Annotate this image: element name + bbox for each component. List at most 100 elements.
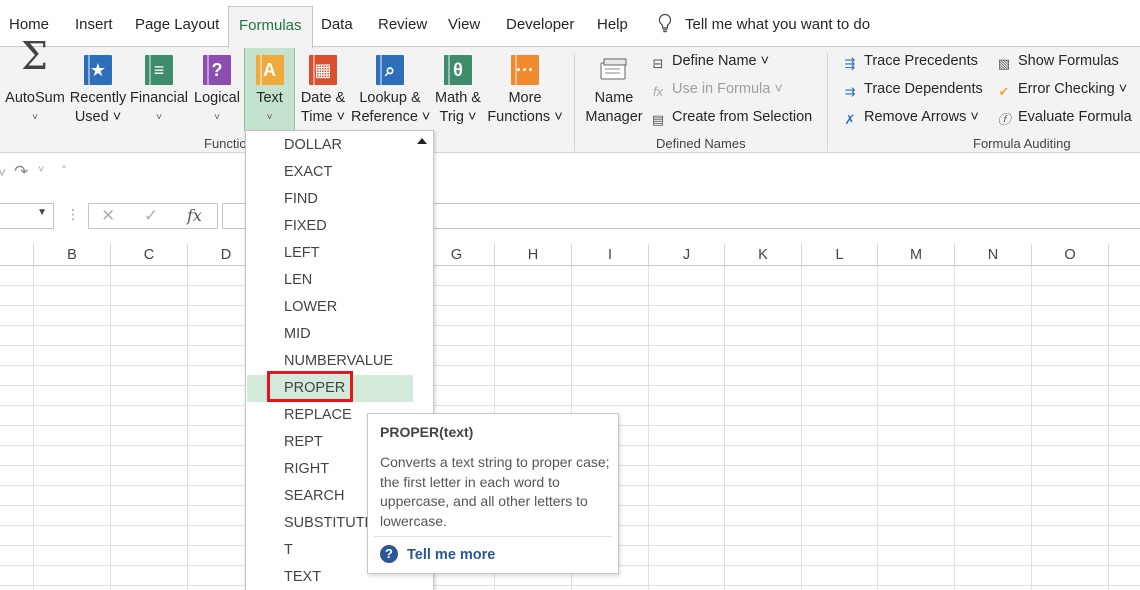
coins-book-icon: ≡ <box>143 53 175 87</box>
tell-me-more-link[interactable]: Tell me more <box>407 547 495 563</box>
tab-data[interactable]: Data <box>321 6 353 43</box>
define-name-button[interactable]: ⊟ Define Name ˅ <box>649 50 770 72</box>
tab-formulas[interactable]: Formulas <box>228 6 313 48</box>
autosum-label: AutoSum <box>5 90 65 106</box>
formula-bar: ▼ ⋮ ✕ ✓ fx <box>0 196 1140 236</box>
function-item-find[interactable]: FIND <box>247 186 413 213</box>
math-trig-button[interactable]: θ Math & Trig ˅ <box>432 53 484 127</box>
lookup-reference-button[interactable]: ⌕ Lookup & Reference ˅ <box>351 53 431 127</box>
function-tooltip: PROPER(text) Converts a text string to p… <box>367 413 619 574</box>
function-library-group-label: Functio <box>204 136 247 151</box>
column-header[interactable]: C <box>111 244 188 266</box>
lookup-label-2: Reference ˅ <box>351 109 431 125</box>
trace-precedents-button[interactable]: ⇶ Trace Precedents <box>841 50 978 72</box>
ribbon-tab-bar: Home Insert Page Layout Formulas Data Re… <box>0 0 1140 48</box>
column-header[interactable]: H <box>495 244 572 266</box>
formula-buttons: ✕ ✓ fx <box>88 203 218 229</box>
help-question-icon[interactable]: ? <box>380 545 398 563</box>
show-formulas-button[interactable]: ▧ Show Formulas <box>995 50 1119 72</box>
name-box-dropdown-icon[interactable]: ▼ <box>37 207 47 218</box>
evaluate-formula-button[interactable]: ⓕ Evaluate Formula <box>995 106 1131 128</box>
sigma-icon: Σ <box>21 34 48 78</box>
formula-bar-grip-icon: ⋮ <box>66 206 80 222</box>
remove-arrows-button[interactable]: ✗ Remove Arrows ˅ <box>841 106 979 128</box>
magnifier-book-icon: ⌕ <box>374 53 406 87</box>
tooltip-divider <box>374 536 612 537</box>
name-manager-button[interactable]: Name Manager <box>583 53 645 127</box>
name-manager-label-2: Manager <box>585 109 643 125</box>
calendar-book-icon: ▦ <box>307 53 339 87</box>
more-functions-label-1: More <box>508 90 542 106</box>
defined-names-group-label: Defined Names <box>656 136 746 151</box>
highlight-callout-box <box>267 371 353 402</box>
ribbon-separator <box>574 53 575 151</box>
tab-help[interactable]: Help <box>597 6 628 43</box>
enter-icon[interactable]: ✓ <box>144 206 158 226</box>
column-header-a[interactable] <box>0 244 34 266</box>
ellipsis-book-icon: ··· <box>509 53 541 87</box>
column-header[interactable]: L <box>802 244 878 266</box>
text-book-icon: A <box>254 53 286 87</box>
redo-dropdown-caret-icon[interactable]: ˅ <box>38 164 44 176</box>
column-header[interactable]: B <box>34 244 111 266</box>
name-box[interactable]: ▼ <box>0 203 54 229</box>
function-item-exact[interactable]: EXACT <box>247 159 413 186</box>
column-header[interactable]: M <box>878 244 955 266</box>
logical-button[interactable]: ? Logical ˅ <box>192 53 242 127</box>
redo-icon[interactable]: ↷ <box>14 162 28 182</box>
financial-label: Financial <box>130 90 189 106</box>
tab-insert[interactable]: Insert <box>75 6 113 43</box>
recently-used-button[interactable]: ★ Recently Used ˅ <box>69 53 127 127</box>
create-from-selection-button[interactable]: ▤ Create from Selection <box>649 106 812 128</box>
question-book-icon: ? <box>201 53 233 87</box>
column-headers: B C D G H I J K L M N O <box>0 244 1140 266</box>
use-in-formula-label: Use in Formula ˅ <box>672 81 783 97</box>
scroll-up-arrow-icon[interactable] <box>417 138 427 144</box>
function-item-lower[interactable]: LOWER <box>247 294 413 321</box>
date-time-button[interactable]: ▦ Date & Time ˅ <box>297 53 349 127</box>
column-header[interactable]: K <box>725 244 802 266</box>
lookup-label-1: Lookup & <box>359 90 421 106</box>
function-item-fixed[interactable]: FIXED <box>247 213 413 240</box>
lightbulb-icon <box>658 13 672 33</box>
tab-review[interactable]: Review <box>378 6 427 43</box>
autosum-button[interactable]: Σ AutoSum ˅ <box>4 34 66 127</box>
fx-icon: fx <box>652 84 664 99</box>
math-trig-label-1: Math & <box>435 90 481 106</box>
remove-arrows-label: Remove Arrows ˅ <box>864 109 979 125</box>
tab-page-layout[interactable]: Page Layout <box>135 6 219 43</box>
trace-precedents-icon: ⇶ <box>844 56 856 71</box>
trace-dependents-button[interactable]: ⇉ Trace Dependents <box>841 78 983 100</box>
ribbon-separator <box>827 53 828 151</box>
function-item-mid[interactable]: MID <box>247 321 413 348</box>
tell-me-label: Tell me what you want to do <box>685 16 871 33</box>
text-caret: ˅ <box>266 112 273 123</box>
function-item-dollar[interactable]: DOLLAR <box>247 132 413 159</box>
name-manager-icon <box>598 53 630 87</box>
column-header[interactable]: I <box>572 244 649 266</box>
tooltip-description: Converts a text string to proper case; t… <box>380 454 610 529</box>
financial-caret: ˅ <box>156 112 162 123</box>
table-grid-icon: ▤ <box>651 112 665 127</box>
column-header[interactable]: J <box>649 244 725 266</box>
more-functions-button[interactable]: ··· More Functions ˅ <box>487 53 563 127</box>
tab-developer[interactable]: Developer <box>506 6 574 43</box>
trace-dependents-icon: ⇉ <box>844 84 856 99</box>
error-checking-icon: ✔ <box>998 84 1010 99</box>
column-header[interactable]: O <box>1032 244 1109 266</box>
star-book-icon: ★ <box>82 53 114 87</box>
more-functions-label-2: Functions ˅ <box>487 109 563 125</box>
error-checking-button[interactable]: ✔ Error Checking ˅ <box>995 78 1128 100</box>
tab-view[interactable]: View <box>448 6 480 43</box>
undo-dropdown-caret-icon[interactable]: ˅ <box>0 164 6 180</box>
cancel-icon[interactable]: ✕ <box>101 206 115 226</box>
function-item-len[interactable]: LEN <box>247 267 413 294</box>
insert-function-icon[interactable]: fx <box>187 206 202 225</box>
trace-dependents-label: Trace Dependents <box>864 81 983 97</box>
text-button[interactable]: A Text ˅ <box>244 47 295 131</box>
financial-button[interactable]: ≡ Financial ˅ <box>130 53 188 127</box>
formula-auditing-group-label: Formula Auditing <box>973 136 1071 151</box>
function-item-left[interactable]: LEFT <box>247 240 413 267</box>
column-header[interactable]: N <box>955 244 1032 266</box>
tell-me-search[interactable]: Tell me what you want to do <box>657 6 870 43</box>
